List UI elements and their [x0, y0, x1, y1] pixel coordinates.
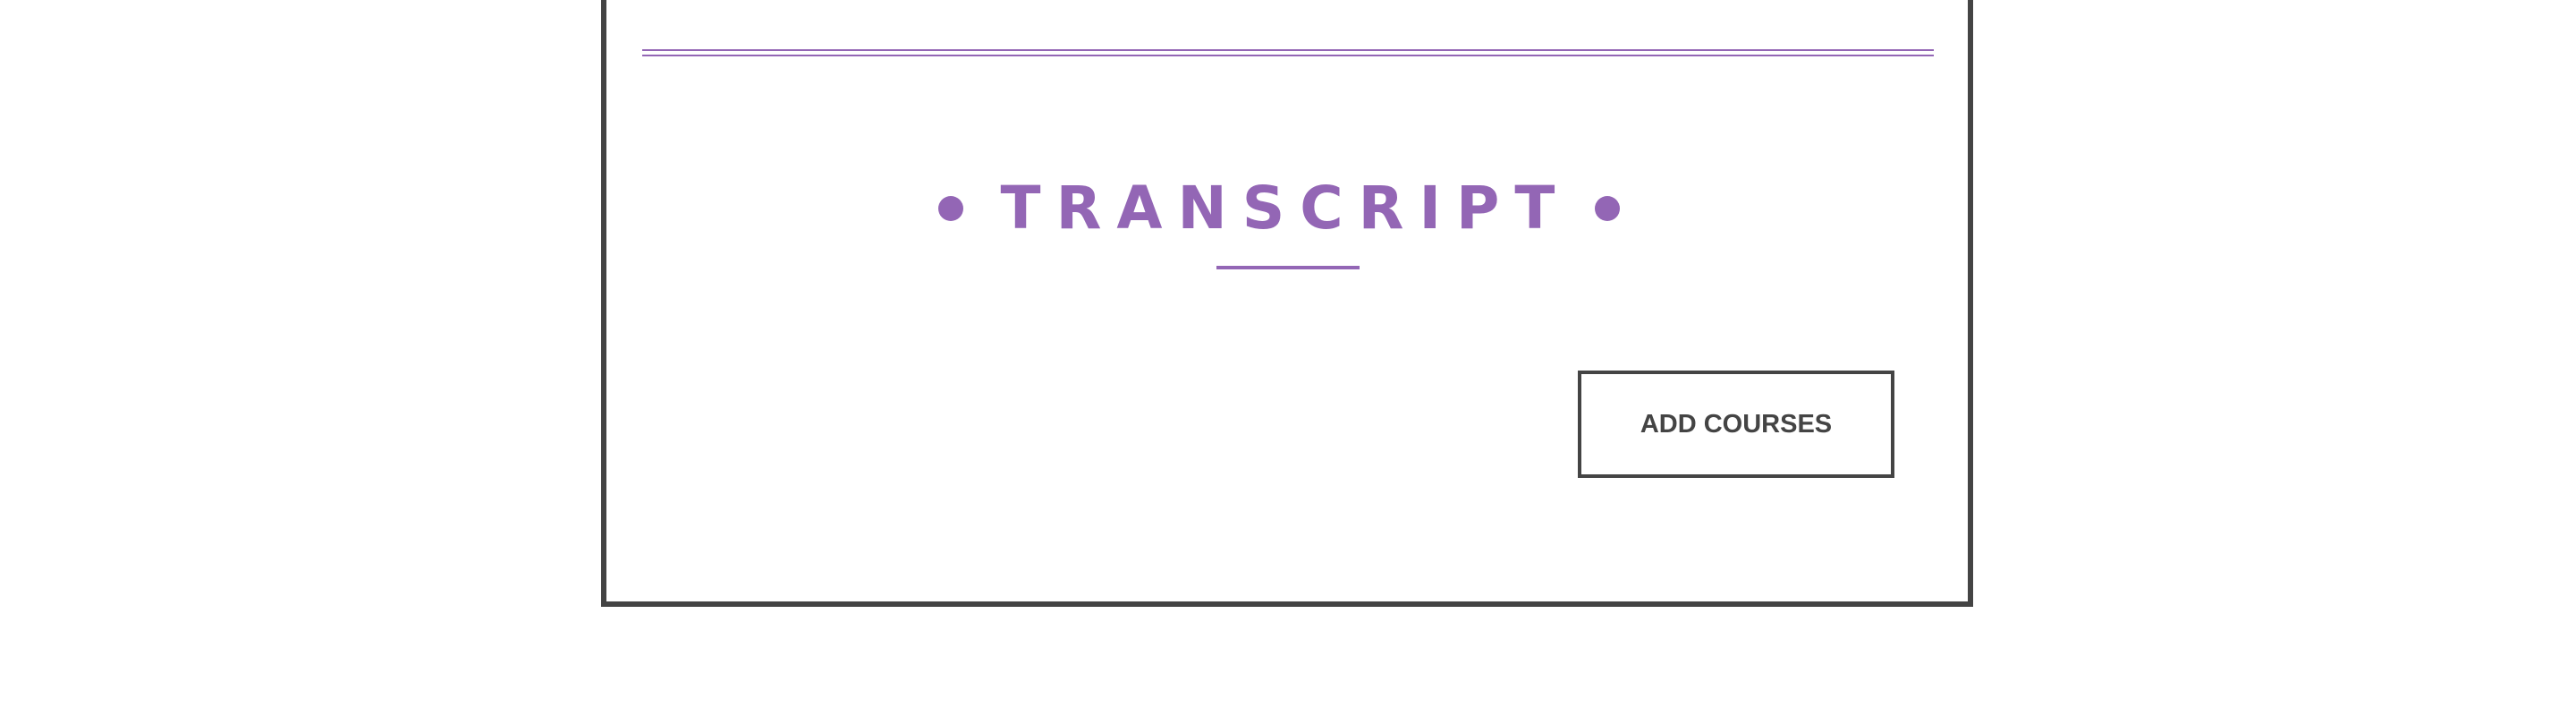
page: TRANSCRIPT ADD COURSES [0, 0, 2576, 716]
add-courses-button[interactable]: ADD COURSES [1578, 371, 1894, 478]
section-divider [642, 49, 1934, 56]
title-underline [1216, 266, 1360, 269]
transcript-card [601, 0, 1973, 607]
section-title: TRANSCRIPT [1000, 174, 1571, 243]
section-heading: TRANSCRIPT [937, 174, 1621, 243]
bullet-icon [937, 196, 963, 221]
